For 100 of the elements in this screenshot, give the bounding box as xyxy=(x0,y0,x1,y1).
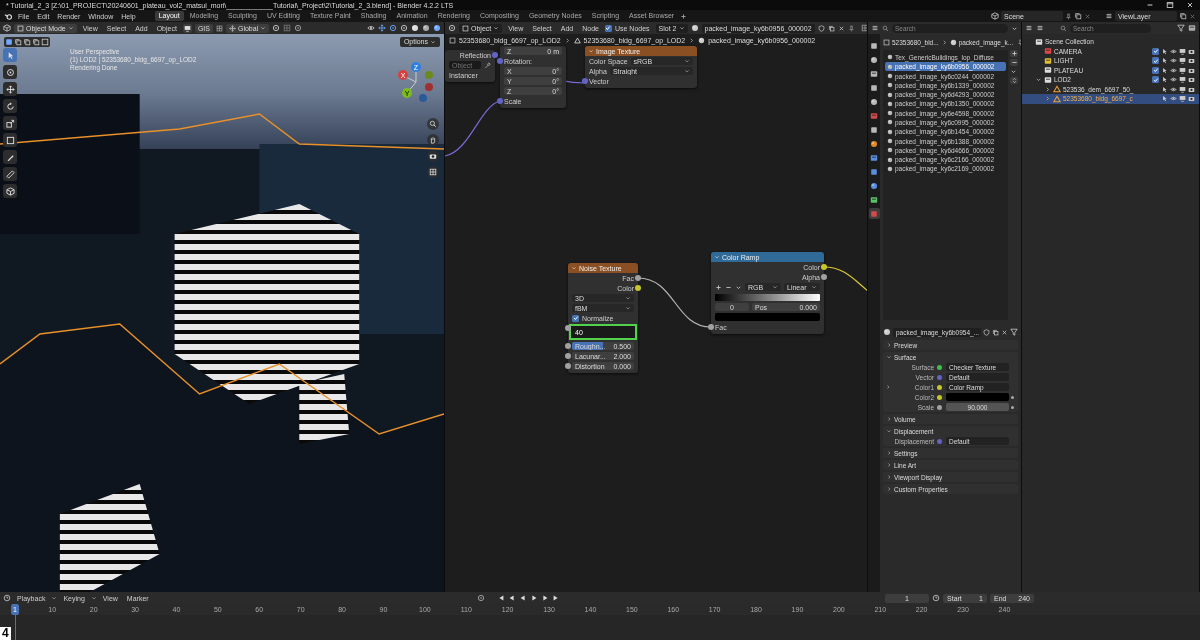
camera-icon[interactable] xyxy=(1188,95,1195,103)
checkbox[interactable] xyxy=(1152,66,1159,74)
chevron-right-icon[interactable] xyxy=(1044,95,1051,103)
pin-icon[interactable] xyxy=(847,24,855,32)
jump-end-icon[interactable] xyxy=(551,594,560,602)
gizmo-icon[interactable] xyxy=(378,24,386,32)
minimize-icon[interactable] xyxy=(1146,1,1154,9)
color-gradient[interactable] xyxy=(715,293,820,301)
add-slot-button[interactable] xyxy=(1010,50,1018,57)
socket[interactable] xyxy=(821,274,827,280)
clock-icon[interactable] xyxy=(3,594,11,602)
cube-icon[interactable] xyxy=(3,24,11,32)
add-icon[interactable] xyxy=(715,283,722,291)
grid-icon[interactable] xyxy=(860,24,867,32)
maximize-icon[interactable] xyxy=(1166,1,1174,9)
camera-icon[interactable] xyxy=(1188,76,1195,84)
intersect-selection-icon[interactable] xyxy=(41,38,49,46)
socket[interactable] xyxy=(635,285,641,291)
copy-icon[interactable] xyxy=(992,328,999,336)
eye-icon[interactable] xyxy=(1170,57,1177,65)
checkbox[interactable] xyxy=(572,314,579,322)
close-icon[interactable] xyxy=(1001,328,1008,336)
specials-button[interactable] xyxy=(1010,68,1018,75)
socket[interactable] xyxy=(635,275,641,281)
plus-icon xyxy=(1010,50,1018,57)
record-icon[interactable] xyxy=(476,594,485,602)
socket[interactable] xyxy=(492,52,498,58)
color-swatch[interactable] xyxy=(946,393,1009,401)
socket[interactable] xyxy=(821,264,827,270)
tool-button[interactable] xyxy=(3,65,17,79)
eye-icon[interactable] xyxy=(1170,47,1177,55)
monitor-icon[interactable] xyxy=(1179,47,1186,55)
tool-button[interactable] xyxy=(3,99,17,113)
material-sphere-icon[interactable] xyxy=(422,24,430,32)
toggle-button[interactable] xyxy=(182,23,192,33)
previous-keyframe-icon[interactable] xyxy=(507,594,516,602)
filter-icon[interactable] xyxy=(1010,328,1018,336)
material-sphere-icon[interactable] xyxy=(690,24,699,32)
chevron-down-icon[interactable] xyxy=(1035,76,1042,84)
close-icon[interactable] xyxy=(837,24,845,32)
checkbox[interactable] xyxy=(604,24,612,32)
monitor-icon[interactable] xyxy=(1179,85,1186,93)
copy-icon[interactable] xyxy=(827,24,835,32)
display-mode-icon[interactable] xyxy=(1036,24,1044,32)
move-slot-button[interactable] xyxy=(1010,77,1018,84)
socket[interactable] xyxy=(565,353,571,359)
view-layer-icon[interactable] xyxy=(1105,12,1113,20)
shield-icon[interactable] xyxy=(983,328,990,336)
add-workspace-icon[interactable] xyxy=(680,12,688,20)
new-selection-icon[interactable] xyxy=(5,38,13,46)
filter-icon[interactable] xyxy=(1177,24,1185,32)
grid-icon[interactable] xyxy=(215,24,223,32)
clock-icon[interactable] xyxy=(932,594,940,602)
monitor-icon[interactable] xyxy=(1179,57,1186,65)
properties-icon[interactable] xyxy=(871,24,879,32)
subtract-selection-icon[interactable] xyxy=(23,38,31,46)
caret-icon[interactable] xyxy=(571,265,577,271)
tool-button[interactable] xyxy=(3,167,17,181)
copy-icon[interactable] xyxy=(1179,12,1187,20)
tool-button[interactable] xyxy=(3,150,17,164)
tool-button[interactable] xyxy=(3,133,17,147)
camera-icon[interactable] xyxy=(1188,85,1195,93)
pin-icon[interactable] xyxy=(1065,12,1072,20)
next-keyframe-icon[interactable] xyxy=(540,594,549,602)
play-reverse-icon[interactable] xyxy=(518,594,527,602)
socket[interactable] xyxy=(565,363,571,369)
socket[interactable] xyxy=(565,343,571,349)
outliner-icon[interactable] xyxy=(1025,24,1033,32)
camera-icon[interactable] xyxy=(1188,66,1195,74)
rendered-sphere-icon[interactable] xyxy=(433,24,441,32)
play-icon[interactable] xyxy=(529,594,538,602)
new-collection-icon[interactable] xyxy=(1188,24,1196,32)
chevron-right-icon[interactable] xyxy=(885,384,891,390)
checkbox[interactable] xyxy=(1152,47,1159,55)
monitor-icon[interactable] xyxy=(1179,66,1186,74)
color-swatch[interactable] xyxy=(715,313,820,321)
extend-selection-icon[interactable] xyxy=(14,38,22,46)
checkbox[interactable] xyxy=(1152,57,1159,65)
tool-button[interactable] xyxy=(3,82,17,96)
checkbox[interactable] xyxy=(1152,76,1159,84)
eye-icon[interactable] xyxy=(367,24,375,32)
monitor-icon[interactable] xyxy=(1179,76,1186,84)
chevron-right-icon[interactable] xyxy=(1044,85,1051,93)
copy-icon[interactable] xyxy=(1074,12,1082,20)
tool-button[interactable] xyxy=(3,116,17,130)
invert-selection-icon[interactable] xyxy=(32,38,40,46)
eye-icon[interactable] xyxy=(1170,76,1177,84)
material-sphere-icon[interactable] xyxy=(883,328,891,336)
camera-icon[interactable] xyxy=(1188,47,1195,55)
eye-icon[interactable] xyxy=(1170,85,1177,93)
solid-sphere-icon[interactable] xyxy=(411,24,419,32)
monitor-icon[interactable] xyxy=(1179,95,1186,103)
eyedropper-icon[interactable] xyxy=(484,61,491,69)
socket[interactable] xyxy=(708,324,714,330)
tool-button[interactable] xyxy=(3,184,17,198)
eye-icon[interactable] xyxy=(1170,66,1177,74)
caret-icon[interactable] xyxy=(588,48,594,54)
camera-icon[interactable] xyxy=(1188,57,1195,65)
shield-icon[interactable] xyxy=(817,24,825,32)
remove-slot-button[interactable] xyxy=(1010,59,1018,66)
